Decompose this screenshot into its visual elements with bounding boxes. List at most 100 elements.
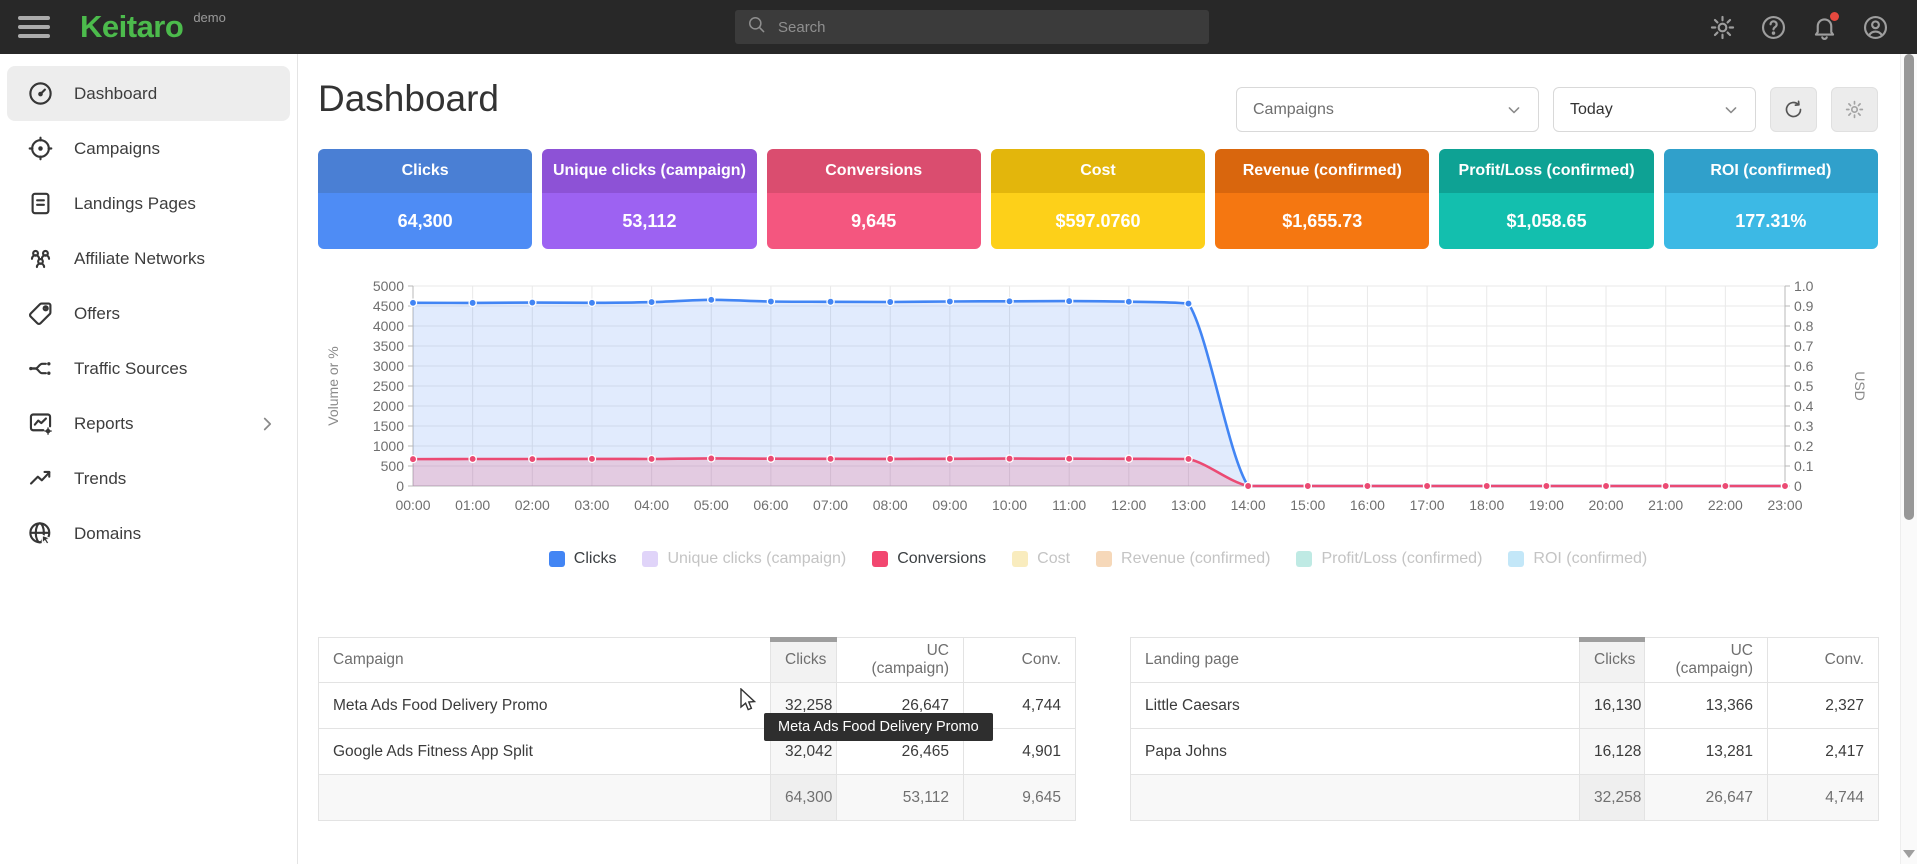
metric-card-revenue-confirmed-[interactable]: Revenue (confirmed)$1,655.73 (1215, 149, 1429, 249)
svg-text:0.9: 0.9 (1794, 298, 1814, 314)
svg-text:07:00: 07:00 (813, 497, 848, 513)
metric-card-conversions[interactable]: Conversions9,645 (767, 149, 981, 249)
svg-text:10:00: 10:00 (992, 497, 1027, 513)
chevron-right-icon (256, 413, 278, 435)
metric-label: Profit/Loss (confirmed) (1439, 149, 1653, 193)
svg-text:23:00: 23:00 (1767, 497, 1802, 513)
column-header-uc-campaign-[interactable]: UC (campaign) (1645, 638, 1768, 683)
column-header-conv-[interactable]: Conv. (1768, 638, 1879, 683)
notifications-icon[interactable] (1811, 14, 1838, 41)
svg-text:0.6: 0.6 (1794, 358, 1814, 374)
column-header-conv-[interactable]: Conv. (964, 638, 1076, 683)
metric-cards: Clicks64,300Unique clicks (campaign)53,1… (318, 149, 1878, 249)
sidebar-item-label: Landings Pages (74, 194, 196, 214)
legend-swatch (1012, 551, 1028, 567)
mouse-cursor (737, 688, 761, 714)
page-scrollbar[interactable] (1900, 54, 1917, 864)
global-search[interactable] (735, 10, 1209, 44)
svg-text:11:00: 11:00 (1052, 497, 1086, 513)
table-totals-row: 64,30053,1129,645 (319, 775, 1076, 821)
sidebar-item-trends[interactable]: Trends (7, 451, 290, 506)
help-icon[interactable] (1760, 14, 1787, 41)
metric-value: 64,300 (318, 193, 532, 249)
total-value: 53,112 (837, 775, 964, 821)
metric-card-clicks[interactable]: Clicks64,300 (318, 149, 532, 249)
row-label: Meta Ads Food Delivery Promo (319, 683, 771, 729)
legend-swatch (1508, 551, 1524, 567)
sidebar-item-campaigns[interactable]: Campaigns (7, 121, 290, 176)
brand-demo-badge: demo (193, 10, 226, 25)
svg-text:19:00: 19:00 (1529, 497, 1564, 513)
svg-text:0.7: 0.7 (1794, 338, 1814, 354)
svg-text:1500: 1500 (373, 418, 404, 434)
sidebar-item-label: Campaigns (74, 139, 160, 159)
svg-text:2500: 2500 (373, 378, 404, 394)
brand-logo[interactable]: Keitaro (80, 9, 183, 45)
column-header-uc-campaign-[interactable]: UC (campaign) (837, 638, 964, 683)
metric-label: Conversions (767, 149, 981, 193)
svg-text:4500: 4500 (373, 298, 404, 314)
table-row[interactable]: Little Caesars16,13013,3662,327 (1131, 683, 1879, 729)
legend-item-revenue-confirmed-[interactable]: Revenue (confirmed) (1096, 550, 1270, 568)
campaigns-filter-value: Campaigns (1253, 101, 1334, 119)
sidebar-item-label: Trends (74, 469, 126, 489)
sidebar-item-label: Offers (74, 304, 120, 324)
svg-text:06:00: 06:00 (753, 497, 788, 513)
svg-text:16:00: 16:00 (1350, 497, 1385, 513)
sidebar-item-label: Reports (74, 414, 134, 434)
topbar-icons (1709, 0, 1889, 54)
svg-text:500: 500 (381, 458, 405, 474)
legend-item-clicks[interactable]: Clicks (549, 550, 617, 568)
svg-text:2000: 2000 (373, 398, 404, 414)
sidebar-item-reports[interactable]: Reports (7, 396, 290, 451)
svg-text:13:00: 13:00 (1171, 497, 1206, 513)
sidebar-item-affiliate-networks[interactable]: Affiliate Networks (7, 231, 290, 286)
settings-icon[interactable] (1709, 14, 1736, 41)
legend-item-unique-clicks-campaign-[interactable]: Unique clicks (campaign) (642, 550, 846, 568)
svg-text:09:00: 09:00 (932, 497, 967, 513)
date-range-select[interactable]: Today (1553, 87, 1756, 132)
legend-item-cost[interactable]: Cost (1012, 550, 1070, 568)
scrollbar-thumb[interactable] (1904, 54, 1914, 520)
table-row[interactable]: Papa Johns16,12813,2812,417 (1131, 729, 1879, 775)
legend-item-profit-loss-confirmed-[interactable]: Profit/Loss (confirmed) (1296, 550, 1482, 568)
dashboard-settings-button[interactable] (1831, 87, 1878, 132)
legend-swatch (642, 551, 658, 567)
row-label: Little Caesars (1131, 683, 1580, 729)
sidebar-item-offers[interactable]: Offers (7, 286, 290, 341)
account-icon[interactable] (1862, 14, 1889, 41)
sidebar-item-domains[interactable]: Domains (7, 506, 290, 561)
offers-icon (27, 300, 54, 327)
legend-item-conversions[interactable]: Conversions (872, 550, 986, 568)
legend-label: Profit/Loss (confirmed) (1321, 550, 1482, 568)
metric-card-roi-confirmed-[interactable]: ROI (confirmed)177.31% (1664, 149, 1878, 249)
sidebar-item-landings-pages[interactable]: Landings Pages (7, 176, 290, 231)
total-value: 26,647 (1645, 775, 1768, 821)
metric-card-profit-loss-confirmed-[interactable]: Profit/Loss (confirmed)$1,058.65 (1439, 149, 1653, 249)
svg-text:15:00: 15:00 (1290, 497, 1325, 513)
metric-card-cost[interactable]: Cost$597.0760 (991, 149, 1205, 249)
total-value: 4,744 (1768, 775, 1879, 821)
sidebar-item-label: Traffic Sources (74, 359, 187, 379)
column-header-landing-page[interactable]: Landing page (1131, 638, 1580, 683)
scrollbar-down-arrow[interactable] (1903, 850, 1915, 858)
traffic-chart[interactable]: 00:0001:0002:0003:0004:0005:0006:0007:00… (318, 276, 1885, 528)
refresh-button[interactable] (1770, 87, 1817, 132)
svg-text:17:00: 17:00 (1410, 497, 1445, 513)
campaigns-filter-select[interactable]: Campaigns (1236, 87, 1539, 132)
svg-text:0: 0 (1794, 478, 1802, 494)
column-header-campaign[interactable]: Campaign (319, 638, 771, 683)
sidebar-item-traffic-sources[interactable]: Traffic Sources (7, 341, 290, 396)
menu-toggle-icon[interactable] (18, 16, 50, 38)
sidebar-item-label: Dashboard (74, 84, 157, 104)
sidebar-item-dashboard[interactable]: Dashboard (7, 66, 290, 121)
chart-canvas[interactable]: 00:0001:0002:0003:0004:0005:0006:0007:00… (318, 276, 1885, 528)
search-input[interactable] (778, 19, 1197, 36)
svg-text:3000: 3000 (373, 358, 404, 374)
column-header-clicks[interactable]: Clicks (1580, 638, 1645, 683)
svg-text:04:00: 04:00 (634, 497, 669, 513)
sidebar-item-label: Affiliate Networks (74, 249, 205, 269)
column-header-clicks[interactable]: Clicks (771, 638, 837, 683)
metric-card-unique-clicks-campaign-[interactable]: Unique clicks (campaign)53,112 (542, 149, 756, 249)
legend-item-roi-confirmed-[interactable]: ROI (confirmed) (1508, 550, 1647, 568)
